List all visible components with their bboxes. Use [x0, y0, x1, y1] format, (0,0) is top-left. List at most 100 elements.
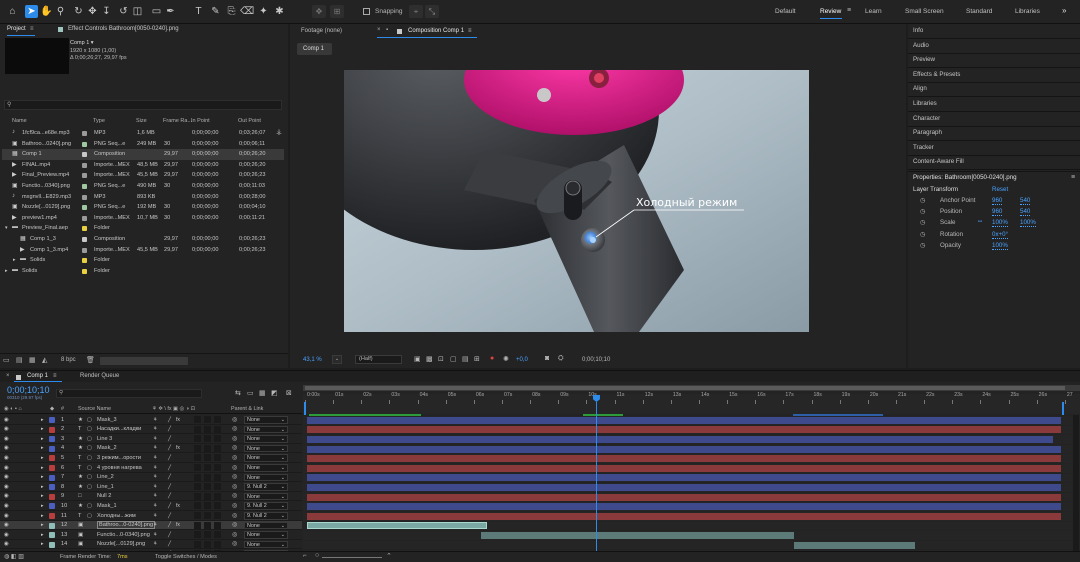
parent-dropdown[interactable]: 9. Null 2 ⌄	[244, 512, 288, 520]
zoom-in-icon[interactable]: ⌃	[386, 552, 392, 560]
switch-box[interactable]	[204, 473, 211, 481]
label-swatch[interactable]	[82, 152, 87, 158]
quality-switch-icon[interactable]: ╱	[168, 532, 171, 538]
switch-box[interactable]	[214, 454, 221, 462]
label-swatch[interactable]	[82, 162, 87, 168]
parent-dropdown[interactable]: 9. Null 2 ⌄	[244, 502, 288, 510]
property-value-2[interactable]: 540	[1020, 208, 1031, 217]
layer-name[interactable]: 4 уровня нагрева	[97, 465, 142, 471]
graph-editor-icon[interactable]: ⊠	[286, 389, 292, 397]
quality-switch-icon[interactable]: ╱	[168, 522, 171, 528]
stopwatch-icon[interactable]: ◷	[920, 242, 925, 249]
composition-tab[interactable]: Composition Comp 1	[408, 28, 464, 34]
switch-box[interactable]	[204, 435, 211, 443]
visibility-eye-icon[interactable]: ◉	[4, 474, 9, 480]
properties-menu-icon[interactable]: ≡	[1071, 174, 1075, 181]
disclosure-triangle-icon[interactable]: ▸	[5, 268, 8, 274]
layer-name[interactable]: 3 режим...орости	[97, 455, 141, 461]
twirl-icon[interactable]: ▸	[41, 474, 44, 480]
work-area-range[interactable]	[305, 386, 1065, 390]
switch-box[interactable]	[204, 483, 211, 491]
switch-box[interactable]	[194, 416, 201, 423]
pick-whip-icon[interactable]: ◎	[232, 540, 237, 547]
switch-box[interactable]	[214, 521, 221, 529]
type-icon[interactable]: T	[192, 5, 205, 18]
layer-label-swatch[interactable]	[49, 532, 55, 539]
layer-duration-bar[interactable]	[307, 416, 1062, 424]
stopwatch-icon[interactable]: ◷	[920, 219, 925, 226]
layer-row[interactable]: ◉ ▸ 2 T ▢ Насадки...кладки ⚘ ╱ ◎ None ⌄	[0, 425, 302, 435]
quality-switch-icon[interactable]: ╱	[168, 465, 171, 471]
switch-box[interactable]	[214, 435, 221, 443]
color-channels-icon[interactable]: ●	[490, 355, 494, 362]
new-folder-icon[interactable]: ▤	[16, 356, 23, 364]
more-workspaces-icon[interactable]: »	[1062, 6, 1066, 15]
layer-label-swatch[interactable]	[49, 493, 55, 500]
layer-name[interactable]: Nozzle[...0129].png	[97, 541, 145, 547]
layer-duration-bar[interactable]	[307, 445, 1062, 453]
shy-switch-icon[interactable]: ⚘	[153, 465, 157, 471]
switch-box[interactable]	[214, 531, 221, 539]
label-swatch[interactable]	[82, 268, 87, 274]
quality-switch-icon[interactable]: ╱	[168, 503, 171, 509]
workspace-small-screen[interactable]: Small Screen	[905, 8, 944, 15]
time-ruler[interactable]: 0:00s 01s 02s 03s 04s 05s 06s 07s 08s 09s 10s 11s 12…	[303, 382, 1080, 416]
exposure-value[interactable]: +0,0	[516, 357, 528, 363]
switch-box[interactable]	[214, 492, 221, 500]
visibility-eye-icon[interactable]: ◉	[4, 417, 9, 423]
twirl-icon[interactable]: ▸	[41, 532, 44, 538]
switch-box[interactable]	[194, 425, 201, 433]
twirl-icon[interactable]: ▸	[41, 522, 44, 528]
visibility-eye-icon[interactable]: ◉	[4, 426, 9, 432]
visibility-eye-icon[interactable]: ◉	[4, 493, 9, 499]
bit-depth-button[interactable]: 8 bpc	[61, 357, 76, 363]
layer-label-swatch[interactable]	[49, 541, 55, 548]
rectangle-icon[interactable]: ▭	[150, 5, 163, 18]
switch-box[interactable]	[194, 531, 201, 539]
layer-label-swatch[interactable]	[49, 455, 55, 462]
comp-mini-flowchart-icon[interactable]: ⇆	[235, 389, 241, 397]
layer-row[interactable]: ◉ ▸ 3 ★ ▢ Line 3 ⚘ ╱ ◎ None ⌄	[0, 434, 302, 444]
panel-info[interactable]: Info	[913, 27, 923, 34]
switch-box[interactable]	[194, 473, 201, 481]
visibility-eye-icon[interactable]: ◉	[4, 541, 9, 547]
property-value-1[interactable]: 960	[992, 208, 1003, 217]
shy-switch-icon[interactable]: ⚘	[153, 455, 157, 461]
layer-name[interactable]: Null 2	[97, 493, 111, 499]
draft-3d-icon[interactable]: ▭	[247, 389, 254, 397]
project-column-0[interactable]: Name	[12, 118, 27, 124]
switch-box[interactable]	[194, 454, 201, 462]
layer-name[interactable]: Functio...0-0340].png	[97, 532, 150, 538]
fx-switch-icon[interactable]: fx	[176, 417, 180, 423]
switch-box[interactable]	[204, 464, 211, 471]
layer-row[interactable]: ◉ ▸ 11 T ▢ Холодны...жим ⚘ ╱ ◎ 9. Null 2 ⌄	[0, 511, 302, 521]
panel-character[interactable]: Character	[913, 115, 940, 122]
layer-duration-bar[interactable]	[307, 474, 1062, 482]
visibility-eye-icon[interactable]: ◉	[4, 445, 9, 451]
reset-button[interactable]: Reset	[992, 186, 1008, 193]
twirl-icon[interactable]: ▸	[41, 493, 44, 499]
delete-icon[interactable]: 🗑	[86, 356, 95, 364]
switch-box[interactable]	[204, 502, 211, 510]
shy-switch-icon[interactable]: ⚘	[153, 484, 157, 490]
layer-duration-bar[interactable]	[307, 512, 1062, 520]
shy-switch-icon[interactable]: ⚘	[153, 493, 157, 499]
layer-label-swatch[interactable]	[49, 474, 55, 481]
roto-icon[interactable]: ✦	[257, 5, 270, 18]
parent-dropdown[interactable]: None ⌄	[244, 492, 288, 501]
pick-whip-icon[interactable]: ◎	[232, 531, 237, 538]
property-value-1[interactable]: 100%	[992, 242, 1008, 250]
quality-switch-icon[interactable]: ╱	[168, 513, 171, 519]
quality-switch-icon[interactable]: ╱	[168, 426, 171, 432]
panel-audio[interactable]: Audio	[913, 42, 929, 49]
adjust-icon[interactable]: ◭	[42, 356, 47, 364]
layer-duration-bar[interactable]	[307, 522, 488, 530]
layout-icon[interactable]: ▤	[462, 355, 469, 363]
parent-dropdown[interactable]: None ⌄	[244, 540, 288, 549]
layer-duration-bar[interactable]	[307, 464, 1062, 472]
layer-name[interactable]: Bathroo...0-0240].png	[97, 521, 156, 530]
workspace-menu-icon[interactable]: ≡	[847, 7, 851, 14]
brush-icon[interactable]: ✎	[209, 5, 222, 18]
workspace-learn[interactable]: Learn	[865, 8, 882, 15]
visibility-eye-icon[interactable]: ◉	[4, 436, 9, 442]
